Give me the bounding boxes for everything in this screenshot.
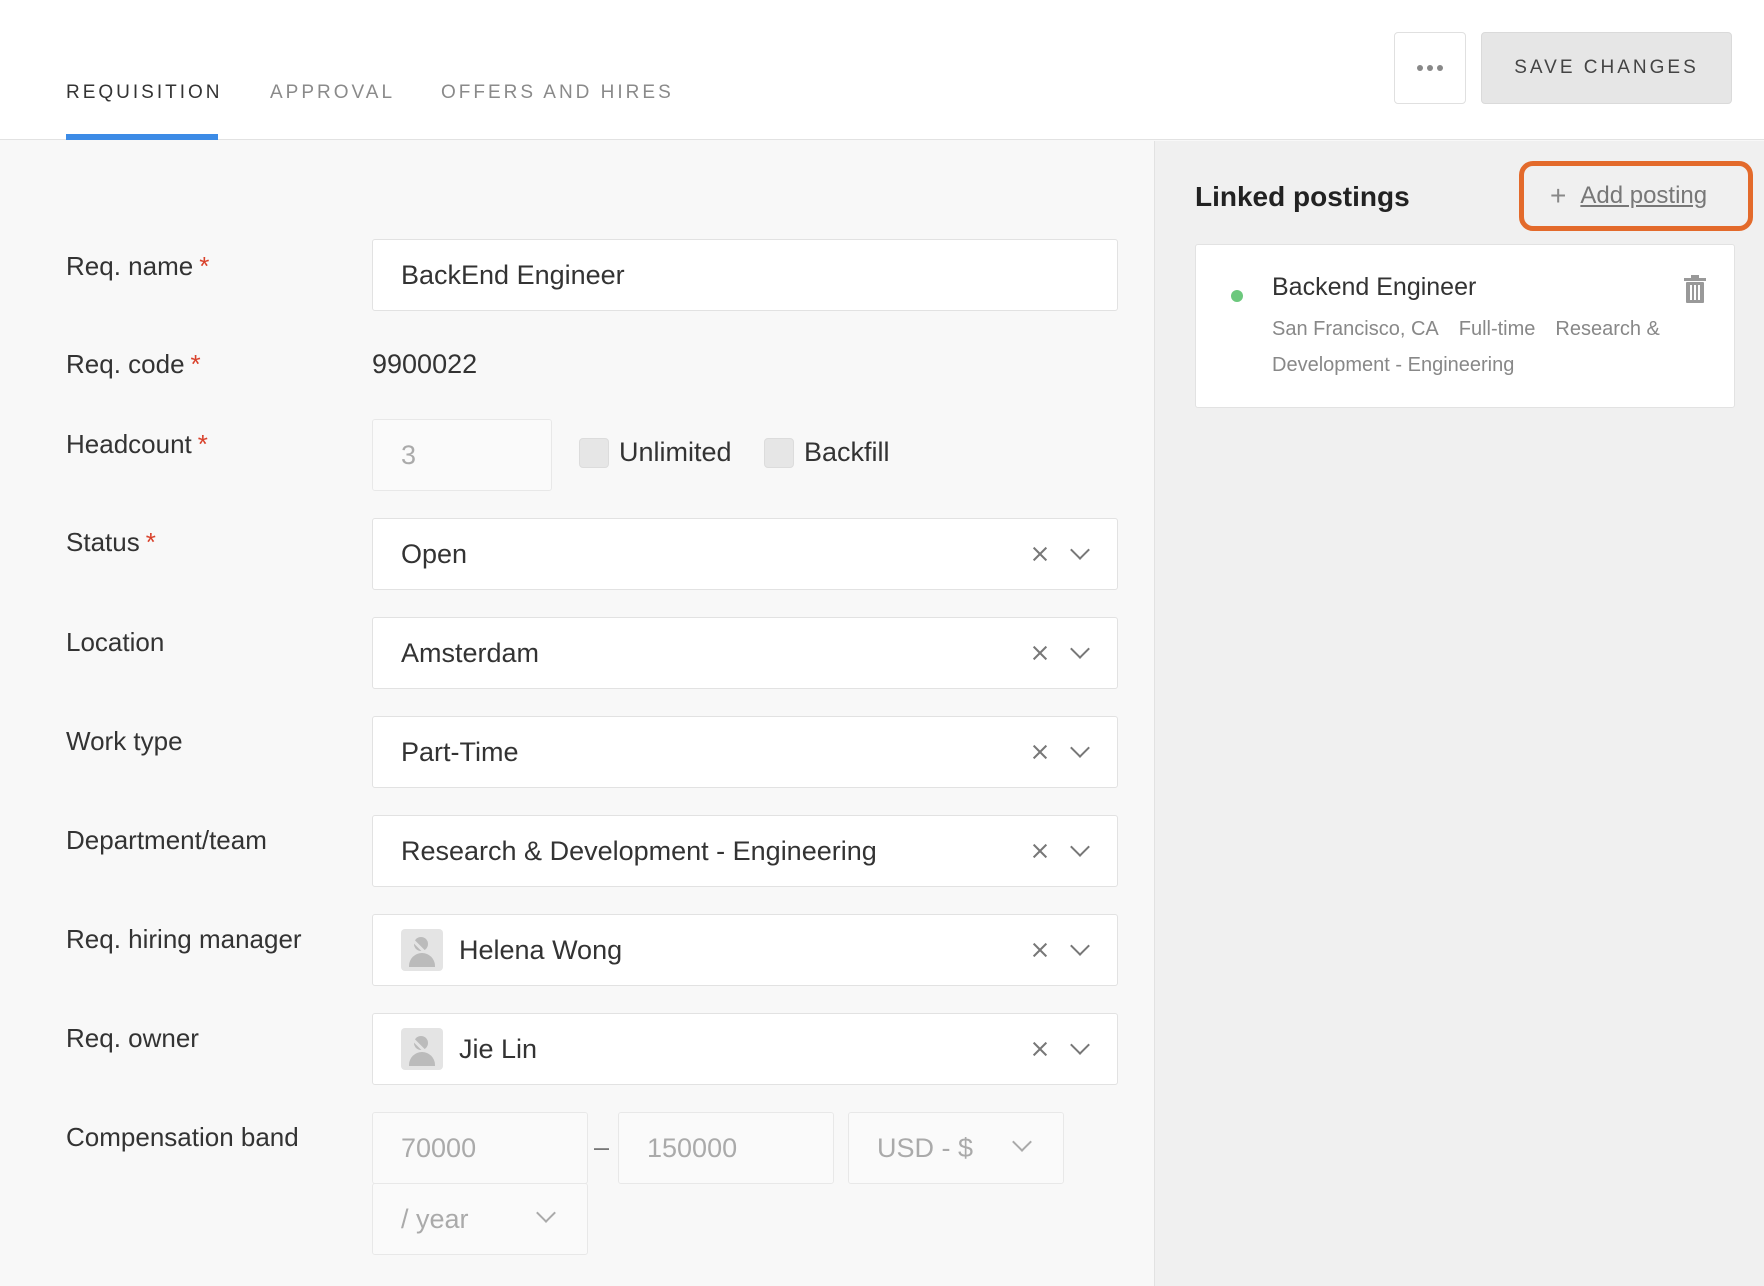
ellipsis-icon: [1417, 65, 1423, 71]
page-header: REQUISITION APPROVAL OFFERS AND HIRES SA…: [0, 0, 1764, 140]
posting-title[interactable]: Backend Engineer: [1272, 273, 1476, 302]
clear-icon[interactable]: [1031, 842, 1049, 860]
department-select[interactable]: Research & Development - Engineering: [372, 815, 1118, 887]
clear-icon[interactable]: [1031, 545, 1049, 563]
chevron-down-icon[interactable]: [1012, 1132, 1032, 1152]
avatar-placeholder-icon: [401, 929, 443, 971]
plus-icon: +: [1550, 180, 1567, 211]
add-posting-button[interactable]: + Add posting: [1519, 161, 1753, 231]
period-select[interactable]: / year: [372, 1183, 588, 1255]
compensation-max-input[interactable]: 150000: [618, 1112, 834, 1184]
avatar-placeholder-icon: [401, 1028, 443, 1070]
department-label: Department/team: [66, 825, 267, 855]
save-changes-button[interactable]: SAVE CHANGES: [1481, 32, 1732, 104]
clear-icon[interactable]: [1031, 644, 1049, 662]
posting-card[interactable]: Backend Engineer San Francisco, CA Full-t…: [1195, 244, 1735, 408]
tab-approval[interactable]: APPROVAL: [270, 82, 395, 104]
linked-postings-panel: Linked postings + Add posting Backend En…: [1154, 141, 1764, 1286]
req-owner-select[interactable]: Jie Lin: [372, 1013, 1118, 1085]
compensation-min-input[interactable]: 70000: [372, 1112, 588, 1184]
tab-offers-and-hires[interactable]: OFFERS AND HIRES: [441, 82, 674, 104]
chevron-down-icon[interactable]: [1070, 738, 1090, 758]
req-name-label: Req. name *: [66, 251, 210, 281]
work-type-label: Work type: [66, 726, 183, 756]
work-type-select[interactable]: Part-Time: [372, 716, 1118, 788]
checkbox-box[interactable]: [579, 437, 609, 468]
more-options-button[interactable]: [1394, 32, 1466, 104]
currency-select[interactable]: USD - $: [848, 1112, 1064, 1184]
req-owner-label: Req. owner: [66, 1023, 199, 1053]
posting-commitment: Full-time: [1458, 318, 1536, 340]
hiring-manager-label: Req. hiring manager: [66, 924, 302, 954]
unlimited-checkbox[interactable]: Unlimited: [579, 437, 732, 468]
status-dot: [1231, 290, 1243, 302]
tab-requisition[interactable]: REQUISITION: [66, 82, 223, 104]
requisition-form: Req. name * BackEnd Engineer Req. code * 9…: [0, 141, 1154, 1286]
location-label: Location: [66, 627, 165, 657]
range-dash: –: [594, 1132, 610, 1162]
posting-location: San Francisco, CA: [1272, 318, 1439, 340]
location-select[interactable]: Amsterdam: [372, 617, 1118, 689]
chevron-down-icon[interactable]: [1070, 837, 1090, 857]
req-code-label: Req. code *: [66, 349, 201, 379]
hiring-manager-select[interactable]: Helena Wong: [372, 914, 1118, 986]
panel-title: Linked postings: [1195, 181, 1410, 212]
clear-icon[interactable]: [1031, 1040, 1049, 1058]
req-name-input[interactable]: BackEnd Engineer: [372, 239, 1118, 311]
active-tab-indicator: [66, 134, 218, 140]
trash-icon[interactable]: [1684, 275, 1706, 303]
chevron-down-icon[interactable]: [1070, 639, 1090, 659]
posting-meta: San Francisco, CA Full-time Research & Dev…: [1272, 311, 1672, 383]
clear-icon[interactable]: [1031, 743, 1049, 761]
headcount-label: Headcount *: [66, 429, 208, 459]
chevron-down-icon[interactable]: [1070, 936, 1090, 956]
clear-icon[interactable]: [1031, 941, 1049, 959]
compensation-label: Compensation band: [66, 1122, 299, 1152]
checkbox-box[interactable]: [764, 437, 794, 468]
status-label: Status *: [66, 527, 156, 557]
status-select[interactable]: Open: [372, 518, 1118, 590]
chevron-down-icon[interactable]: [1070, 1035, 1090, 1055]
headcount-input[interactable]: 3: [372, 419, 552, 491]
chevron-down-icon[interactable]: [1070, 540, 1090, 560]
backfill-checkbox[interactable]: Backfill: [764, 437, 890, 468]
chevron-down-icon[interactable]: [536, 1203, 556, 1223]
req-code-value: 9900022: [372, 349, 478, 379]
